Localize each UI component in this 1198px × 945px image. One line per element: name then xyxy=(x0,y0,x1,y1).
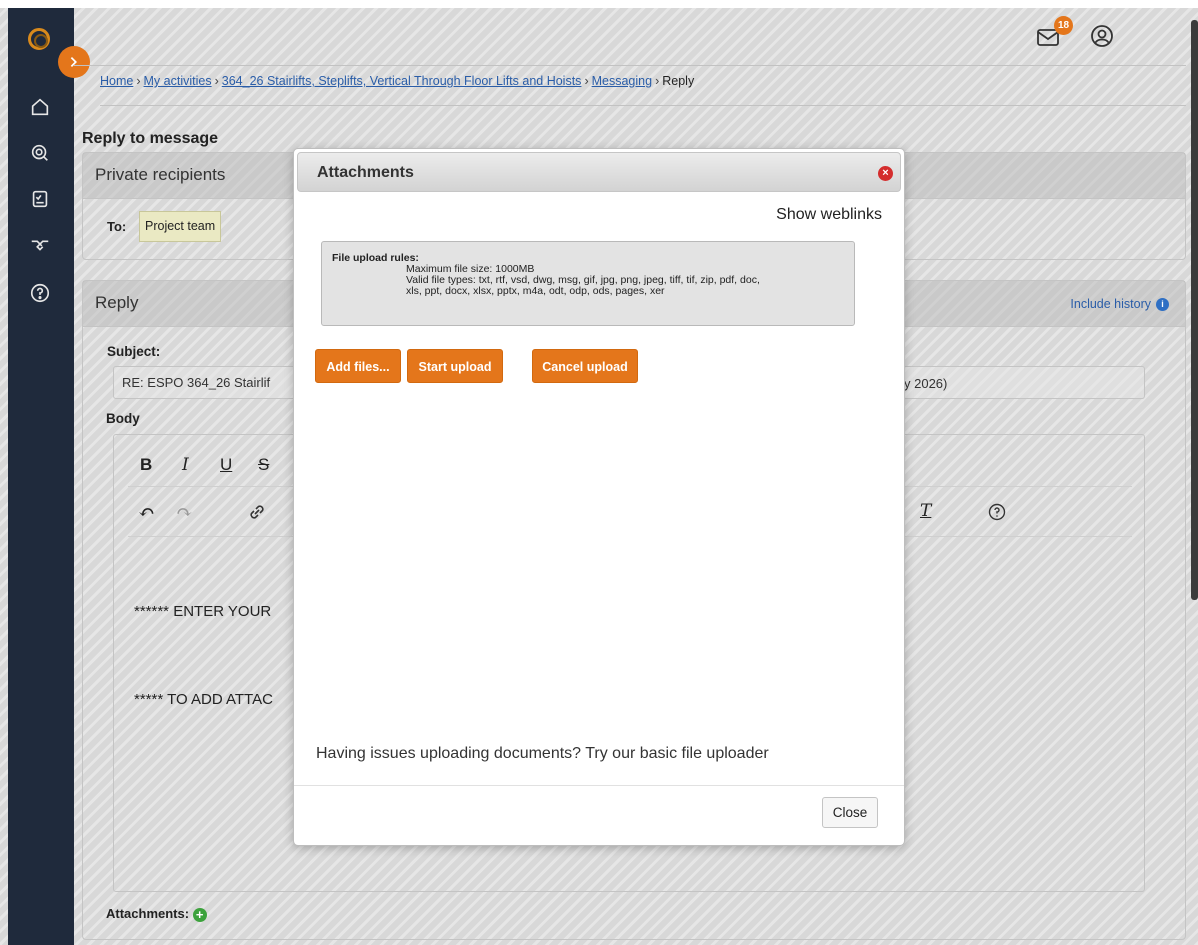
breadcrumb-current: Reply xyxy=(662,74,695,88)
cancel-upload-button[interactable]: Cancel upload xyxy=(532,349,638,383)
user-icon[interactable] xyxy=(1090,24,1114,48)
close-button[interactable]: Close xyxy=(822,797,878,828)
top-header: 18 xyxy=(74,8,1186,66)
file-upload-rules: File upload rules: Maximum file size: 10… xyxy=(321,241,855,326)
breadcrumb-my-activities[interactable]: My activities xyxy=(144,74,212,88)
dialog-header: Attachments × xyxy=(297,152,901,192)
body-label: Body xyxy=(106,411,140,426)
breadcrumb-separator: › xyxy=(655,74,660,88)
link-icon[interactable] xyxy=(246,501,268,523)
subject-tail-text: y 2026) xyxy=(904,376,948,391)
info-icon: i xyxy=(1156,297,1169,311)
mail-badge: 18 xyxy=(1054,16,1073,35)
include-history-label: Include history xyxy=(1070,297,1151,311)
breadcrumb-separator: › xyxy=(136,74,141,88)
add-icon[interactable]: + xyxy=(192,907,207,922)
underline-button[interactable]: U xyxy=(220,455,232,475)
breadcrumb: Home › My activities › 364_26 Stairlifts, St… xyxy=(100,74,1186,106)
clear-format-button[interactable]: T xyxy=(920,501,931,521)
breadcrumb-project[interactable]: 364_26 Stairlifts, Steplifts, Vertical T… xyxy=(222,74,582,88)
redo-button[interactable]: ↷ xyxy=(176,500,193,524)
strikethrough-button[interactable]: S xyxy=(258,455,269,475)
home-icon[interactable] xyxy=(27,94,53,120)
reply-heading-text: Reply xyxy=(95,293,139,312)
page-scrollbar[interactable] xyxy=(1191,20,1198,600)
body-text-line-1: ****** ENTER YOUR xyxy=(134,603,272,620)
start-upload-button[interactable]: Start upload xyxy=(407,349,503,383)
attachments-label: Attachments: xyxy=(106,906,190,921)
body-text-line-2: ***** TO ADD ATTAC xyxy=(134,691,273,708)
add-files-button[interactable]: Add files... xyxy=(315,349,401,383)
italic-button[interactable]: I xyxy=(182,455,189,475)
rules-types-line-2: xls, ppt, docx, xlsx, pptx, m4a, odt, od… xyxy=(406,285,665,297)
top-strip xyxy=(0,0,1198,8)
bold-button[interactable]: B xyxy=(140,455,152,475)
breadcrumb-home[interactable]: Home xyxy=(100,74,133,88)
attachments-row: Attachments: + xyxy=(106,906,207,922)
include-history-link[interactable]: Include history i xyxy=(1070,297,1169,311)
clipboard-icon[interactable] xyxy=(27,186,53,212)
recipient-chip[interactable]: Project team xyxy=(139,211,222,242)
breadcrumb-separator: › xyxy=(584,74,589,88)
breadcrumb-separator: › xyxy=(214,74,219,88)
attachments-dialog: Attachments × Show weblinks File upload … xyxy=(293,148,905,846)
close-icon[interactable]: × xyxy=(878,166,893,181)
undo-button[interactable]: ↶ xyxy=(138,500,155,524)
handshake-icon[interactable] xyxy=(27,232,53,258)
logo-icon[interactable] xyxy=(28,28,50,50)
dialog-footer-divider xyxy=(294,785,904,786)
show-weblinks-link[interactable]: Show weblinks xyxy=(776,206,882,224)
dialog-title: Attachments xyxy=(317,164,414,181)
breadcrumb-messaging[interactable]: Messaging xyxy=(592,74,652,88)
subject-label: Subject: xyxy=(107,344,161,359)
help-icon[interactable] xyxy=(27,280,53,306)
sidebar xyxy=(8,8,74,945)
to-label: To: xyxy=(107,219,127,234)
page-title: Reply to message xyxy=(82,130,219,147)
editor-help-icon[interactable] xyxy=(988,503,1006,521)
search-icon[interactable] xyxy=(27,140,53,166)
basic-uploader-link[interactable]: Having issues uploading documents? Try o… xyxy=(316,745,769,763)
